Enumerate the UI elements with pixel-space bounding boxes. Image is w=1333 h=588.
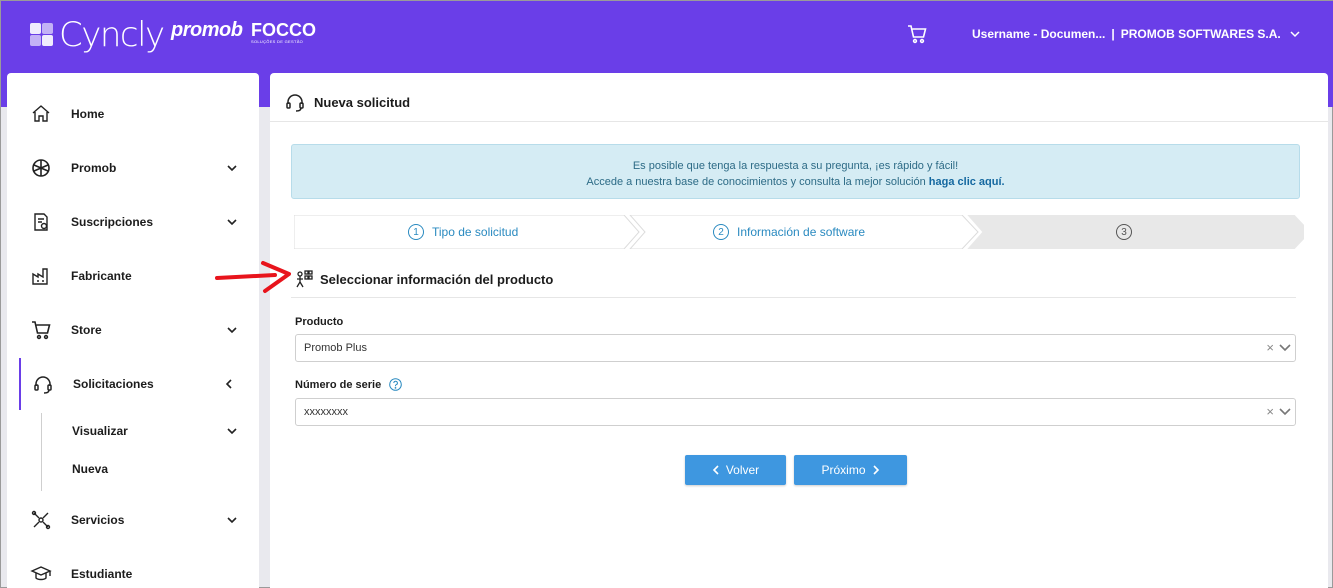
- serial-label: Número de serie: [295, 378, 403, 391]
- back-button[interactable]: Volver: [685, 455, 786, 485]
- sidebar-item-label: Suscripciones: [71, 215, 154, 229]
- chevron-left-icon: [712, 465, 719, 475]
- next-button[interactable]: Próximo: [794, 455, 907, 485]
- username: Username - Documen...: [972, 27, 1106, 41]
- sidebar-subitem-label: Nueva: [72, 462, 109, 476]
- chevron-down-icon: [227, 327, 237, 334]
- sidebar-item-label: Fabricante: [71, 269, 132, 283]
- sidebar-item-label: Home: [71, 107, 105, 121]
- clear-icon[interactable]: ×: [1266, 399, 1274, 425]
- subscriptions-icon: [34, 213, 48, 231]
- user-menu[interactable]: Username - Documen... | PROMOB SOFTWARES…: [972, 27, 1301, 41]
- step-label: Información de software: [737, 225, 866, 239]
- knowledge-base-link[interactable]: haga clic aquí.: [929, 176, 1005, 188]
- factory-icon: [32, 268, 48, 285]
- stepper: 1 Tipo de solicitud 2 Información de sof…: [294, 215, 1304, 249]
- info-line-2: Accede a nuestra base de conocimientos y…: [292, 174, 1299, 190]
- step-2[interactable]: 2 Información de software: [713, 224, 865, 240]
- sidebar: Home Promob Suscripciones Fabricante Sto…: [7, 73, 259, 588]
- sidebar-item-label: Servicios: [71, 513, 125, 527]
- product-label-text: Producto: [295, 316, 344, 328]
- step-1[interactable]: 1 Tipo de solicitud: [408, 224, 518, 240]
- sidebar-item-estudiante[interactable]: Estudiante: [7, 554, 259, 588]
- cart-icon[interactable]: [906, 23, 928, 45]
- info-line-1: Es posible que tenga la respuesta a su p…: [632, 160, 959, 172]
- back-label: Volver: [725, 463, 760, 477]
- step-number: 3: [1116, 224, 1132, 240]
- sidebar-subitem-label: Visualizar: [72, 424, 128, 438]
- product-select[interactable]: Promob Plus ×: [295, 334, 1296, 362]
- chevron-down-icon: [1290, 31, 1300, 38]
- sidebar-item-solicitaciones[interactable]: Solicitaciones: [7, 364, 259, 404]
- user-separator: |: [1111, 27, 1115, 41]
- section-title-text: Seleccionar información del producto: [320, 271, 554, 287]
- chevron-down-icon: [227, 428, 237, 435]
- main-panel: Nueva solicitud Es posible que tenga la …: [270, 73, 1328, 588]
- sidebar-subitem-visualizar[interactable]: Visualizar: [7, 411, 259, 451]
- brand[interactable]: Cyncly: [29, 15, 165, 55]
- sidebar-item-promob[interactable]: Promob: [7, 148, 259, 188]
- cyncly-logo-icon: [30, 23, 53, 46]
- step-number: 1: [408, 224, 424, 240]
- sidebar-item-servicios[interactable]: Servicios: [7, 500, 259, 540]
- promob-icon: [32, 159, 50, 177]
- serial-select[interactable]: xxxxxxxx ×: [295, 398, 1296, 426]
- red-arrow-icon: [215, 261, 291, 293]
- chevron-down-icon: [227, 165, 237, 172]
- sidebar-item-label: Promob: [71, 161, 117, 175]
- chevron-left-icon: [225, 379, 232, 389]
- home-icon: [32, 105, 50, 122]
- services-icon: [31, 510, 51, 530]
- cart-icon: [32, 321, 51, 340]
- headset-icon: [286, 94, 304, 112]
- sidebar-item-home[interactable]: Home: [7, 94, 259, 134]
- headset-icon: [34, 376, 52, 394]
- serial-value: xxxxxxxx: [304, 406, 348, 418]
- chevron-right-icon: [872, 465, 879, 475]
- promob-logo: promob: [171, 19, 243, 41]
- step-label: Tipo de solicitud: [432, 225, 519, 239]
- chevron-down-icon: [227, 517, 237, 524]
- focco-name: FOCCO: [251, 20, 316, 40]
- chevron-down-icon[interactable]: [1279, 343, 1291, 353]
- panel-header: Nueva solicitud: [284, 91, 410, 113]
- product-value: Promob Plus: [304, 342, 367, 354]
- sidebar-item-store[interactable]: Store: [7, 310, 259, 350]
- sidebar-subitem-nueva[interactable]: Nueva: [7, 449, 259, 489]
- chevron-down-icon: [227, 219, 237, 226]
- step-3[interactable]: 3: [1116, 224, 1140, 240]
- help-icon[interactable]: [389, 378, 403, 391]
- step-number: 2: [713, 224, 729, 240]
- sidebar-item-suscripciones[interactable]: Suscripciones: [7, 202, 259, 242]
- sidebar-item-label: Estudiante: [71, 567, 133, 581]
- info-text: Accede a nuestra base de conocimientos y…: [586, 176, 926, 188]
- clear-icon[interactable]: ×: [1266, 335, 1274, 361]
- brand-name: Cyncly: [59, 15, 165, 55]
- divider: [291, 297, 1296, 298]
- info-alert: Es posible que tenga la respuesta a su p…: [291, 144, 1300, 199]
- serial-label-text: Número de serie: [295, 378, 382, 391]
- product-info-icon: [296, 270, 313, 288]
- divider: [270, 121, 1328, 122]
- page-title: Nueva solicitud: [314, 94, 411, 110]
- company-name: PROMOB SOFTWARES S.A.: [1120, 27, 1281, 41]
- graduation-cap-icon: [30, 566, 52, 581]
- chevron-down-icon[interactable]: [1279, 407, 1291, 417]
- next-label: Próximo: [821, 463, 866, 477]
- product-label: Producto: [295, 316, 343, 328]
- sidebar-item-label: Solicitaciones: [73, 377, 154, 391]
- sidebar-item-label: Store: [71, 323, 102, 337]
- section-title: Seleccionar información del producto: [294, 269, 553, 289]
- focco-logo: FOCCO SOLUÇÕES DE GESTÃO: [251, 21, 316, 44]
